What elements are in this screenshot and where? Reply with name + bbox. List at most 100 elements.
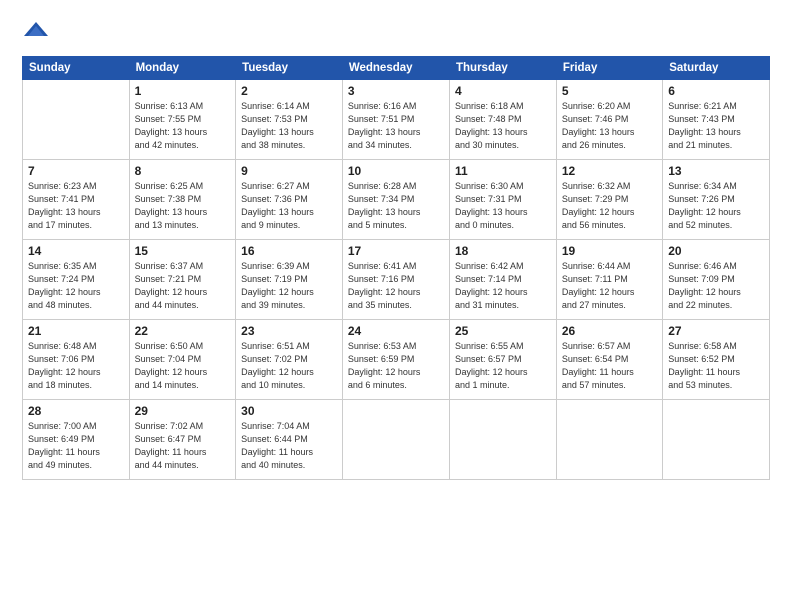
- calendar-cell: 10 Sunrise: 6:28 AM Sunset: 7:34 PM Dayli…: [342, 160, 449, 240]
- calendar-cell: 23 Sunrise: 6:51 AM Sunset: 7:02 PM Dayli…: [236, 320, 343, 400]
- calendar-cell: 22 Sunrise: 6:50 AM Sunset: 7:04 PM Dayli…: [129, 320, 236, 400]
- week-row: 14 Sunrise: 6:35 AM Sunset: 7:24 PM Dayli…: [23, 240, 770, 320]
- calendar-cell: 27 Sunrise: 6:58 AM Sunset: 6:52 PM Dayli…: [663, 320, 770, 400]
- day-info: Sunrise: 6:13 AM Sunset: 7:55 PM Dayligh…: [135, 100, 231, 152]
- calendar-cell: 28 Sunrise: 7:00 AM Sunset: 6:49 PM Dayli…: [23, 400, 130, 480]
- calendar-cell: 15 Sunrise: 6:37 AM Sunset: 7:21 PM Dayli…: [129, 240, 236, 320]
- day-info: Sunrise: 7:00 AM Sunset: 6:49 PM Dayligh…: [28, 420, 124, 472]
- day-number: 29: [135, 404, 231, 418]
- day-info: Sunrise: 6:55 AM Sunset: 6:57 PM Dayligh…: [455, 340, 551, 392]
- week-row: 28 Sunrise: 7:00 AM Sunset: 6:49 PM Dayli…: [23, 400, 770, 480]
- day-info: Sunrise: 7:02 AM Sunset: 6:47 PM Dayligh…: [135, 420, 231, 472]
- calendar-cell: 5Sunrise: 6:20 AM Sunset: 7:46 PM Daylig…: [556, 80, 662, 160]
- day-info: Sunrise: 6:28 AM Sunset: 7:34 PM Dayligh…: [348, 180, 444, 232]
- calendar-cell: 9 Sunrise: 6:27 AM Sunset: 7:36 PM Daylig…: [236, 160, 343, 240]
- calendar-cell: 20 Sunrise: 6:46 AM Sunset: 7:09 PM Dayli…: [663, 240, 770, 320]
- logo: [22, 18, 53, 46]
- calendar-cell: 29 Sunrise: 7:02 AM Sunset: 6:47 PM Dayli…: [129, 400, 236, 480]
- week-row: 1 Sunrise: 6:13 AM Sunset: 7:55 PM Daylig…: [23, 80, 770, 160]
- day-number: 11: [455, 164, 551, 178]
- day-number: 6: [668, 84, 764, 98]
- day-number: 25: [455, 324, 551, 338]
- day-number: 10: [348, 164, 444, 178]
- calendar-cell: 26Sunrise: 6:57 AM Sunset: 6:54 PM Dayli…: [556, 320, 662, 400]
- day-info: Sunrise: 6:21 AM Sunset: 7:43 PM Dayligh…: [668, 100, 764, 152]
- calendar-cell: [23, 80, 130, 160]
- day-info: Sunrise: 6:34 AM Sunset: 7:26 PM Dayligh…: [668, 180, 764, 232]
- day-number: 22: [135, 324, 231, 338]
- day-info: Sunrise: 6:25 AM Sunset: 7:38 PM Dayligh…: [135, 180, 231, 232]
- day-info: Sunrise: 6:27 AM Sunset: 7:36 PM Dayligh…: [241, 180, 337, 232]
- calendar-cell: 6 Sunrise: 6:21 AM Sunset: 7:43 PM Daylig…: [663, 80, 770, 160]
- day-info: Sunrise: 6:44 AM Sunset: 7:11 PM Dayligh…: [562, 260, 657, 312]
- weekday-header: Friday: [556, 57, 662, 80]
- day-info: Sunrise: 6:41 AM Sunset: 7:16 PM Dayligh…: [348, 260, 444, 312]
- day-number: 15: [135, 244, 231, 258]
- day-number: 21: [28, 324, 124, 338]
- week-row: 21 Sunrise: 6:48 AM Sunset: 7:06 PM Dayli…: [23, 320, 770, 400]
- calendar-cell: [663, 400, 770, 480]
- day-number: 16: [241, 244, 337, 258]
- calendar-cell: [450, 400, 557, 480]
- day-info: Sunrise: 6:37 AM Sunset: 7:21 PM Dayligh…: [135, 260, 231, 312]
- day-info: Sunrise: 6:23 AM Sunset: 7:41 PM Dayligh…: [28, 180, 124, 232]
- calendar-cell: [342, 400, 449, 480]
- day-number: 27: [668, 324, 764, 338]
- weekday-header: Saturday: [663, 57, 770, 80]
- day-info: Sunrise: 6:39 AM Sunset: 7:19 PM Dayligh…: [241, 260, 337, 312]
- calendar-cell: 13 Sunrise: 6:34 AM Sunset: 7:26 PM Dayli…: [663, 160, 770, 240]
- day-number: 1: [135, 84, 231, 98]
- day-info: Sunrise: 6:57 AM Sunset: 6:54 PM Dayligh…: [562, 340, 657, 392]
- calendar-cell: 24Sunrise: 6:53 AM Sunset: 6:59 PM Dayli…: [342, 320, 449, 400]
- day-number: 20: [668, 244, 764, 258]
- calendar-cell: 17Sunrise: 6:41 AM Sunset: 7:16 PM Dayli…: [342, 240, 449, 320]
- calendar-cell: 18Sunrise: 6:42 AM Sunset: 7:14 PM Dayli…: [450, 240, 557, 320]
- day-number: 14: [28, 244, 124, 258]
- day-number: 8: [135, 164, 231, 178]
- calendar-cell: 7 Sunrise: 6:23 AM Sunset: 7:41 PM Daylig…: [23, 160, 130, 240]
- day-number: 7: [28, 164, 124, 178]
- day-info: Sunrise: 6:48 AM Sunset: 7:06 PM Dayligh…: [28, 340, 124, 392]
- weekday-header: Thursday: [450, 57, 557, 80]
- day-info: Sunrise: 6:46 AM Sunset: 7:09 PM Dayligh…: [668, 260, 764, 312]
- day-info: Sunrise: 6:30 AM Sunset: 7:31 PM Dayligh…: [455, 180, 551, 232]
- calendar-header-row: SundayMondayTuesdayWednesdayThursdayFrid…: [23, 57, 770, 80]
- day-number: 5: [562, 84, 657, 98]
- day-number: 2: [241, 84, 337, 98]
- day-info: Sunrise: 6:58 AM Sunset: 6:52 PM Dayligh…: [668, 340, 764, 392]
- calendar-cell: 4Sunrise: 6:18 AM Sunset: 7:48 PM Daylig…: [450, 80, 557, 160]
- day-number: 3: [348, 84, 444, 98]
- calendar-cell: 21 Sunrise: 6:48 AM Sunset: 7:06 PM Dayli…: [23, 320, 130, 400]
- day-number: 13: [668, 164, 764, 178]
- calendar-cell: 16 Sunrise: 6:39 AM Sunset: 7:19 PM Dayli…: [236, 240, 343, 320]
- calendar-cell: 1 Sunrise: 6:13 AM Sunset: 7:55 PM Daylig…: [129, 80, 236, 160]
- day-info: Sunrise: 6:50 AM Sunset: 7:04 PM Dayligh…: [135, 340, 231, 392]
- day-number: 28: [28, 404, 124, 418]
- weekday-header: Tuesday: [236, 57, 343, 80]
- weekday-header: Monday: [129, 57, 236, 80]
- calendar-cell: 30Sunrise: 7:04 AM Sunset: 6:44 PM Dayli…: [236, 400, 343, 480]
- calendar-cell: 12 Sunrise: 6:32 AM Sunset: 7:29 PM Dayli…: [556, 160, 662, 240]
- day-info: Sunrise: 6:14 AM Sunset: 7:53 PM Dayligh…: [241, 100, 337, 152]
- day-info: Sunrise: 7:04 AM Sunset: 6:44 PM Dayligh…: [241, 420, 337, 472]
- day-number: 18: [455, 244, 551, 258]
- calendar-cell: 8 Sunrise: 6:25 AM Sunset: 7:38 PM Daylig…: [129, 160, 236, 240]
- calendar-cell: 2 Sunrise: 6:14 AM Sunset: 7:53 PM Daylig…: [236, 80, 343, 160]
- calendar-cell: 25 Sunrise: 6:55 AM Sunset: 6:57 PM Dayli…: [450, 320, 557, 400]
- logo-icon: [22, 18, 50, 46]
- day-number: 23: [241, 324, 337, 338]
- calendar-cell: 11 Sunrise: 6:30 AM Sunset: 7:31 PM Dayli…: [450, 160, 557, 240]
- weekday-header: Sunday: [23, 57, 130, 80]
- calendar-cell: [556, 400, 662, 480]
- day-info: Sunrise: 6:35 AM Sunset: 7:24 PM Dayligh…: [28, 260, 124, 312]
- calendar-table: SundayMondayTuesdayWednesdayThursdayFrid…: [22, 56, 770, 480]
- day-info: Sunrise: 6:51 AM Sunset: 7:02 PM Dayligh…: [241, 340, 337, 392]
- weekday-header: Wednesday: [342, 57, 449, 80]
- day-number: 9: [241, 164, 337, 178]
- calendar-cell: 14 Sunrise: 6:35 AM Sunset: 7:24 PM Dayli…: [23, 240, 130, 320]
- day-info: Sunrise: 6:32 AM Sunset: 7:29 PM Dayligh…: [562, 180, 657, 232]
- day-number: 12: [562, 164, 657, 178]
- day-number: 4: [455, 84, 551, 98]
- week-row: 7 Sunrise: 6:23 AM Sunset: 7:41 PM Daylig…: [23, 160, 770, 240]
- calendar-cell: 19Sunrise: 6:44 AM Sunset: 7:11 PM Dayli…: [556, 240, 662, 320]
